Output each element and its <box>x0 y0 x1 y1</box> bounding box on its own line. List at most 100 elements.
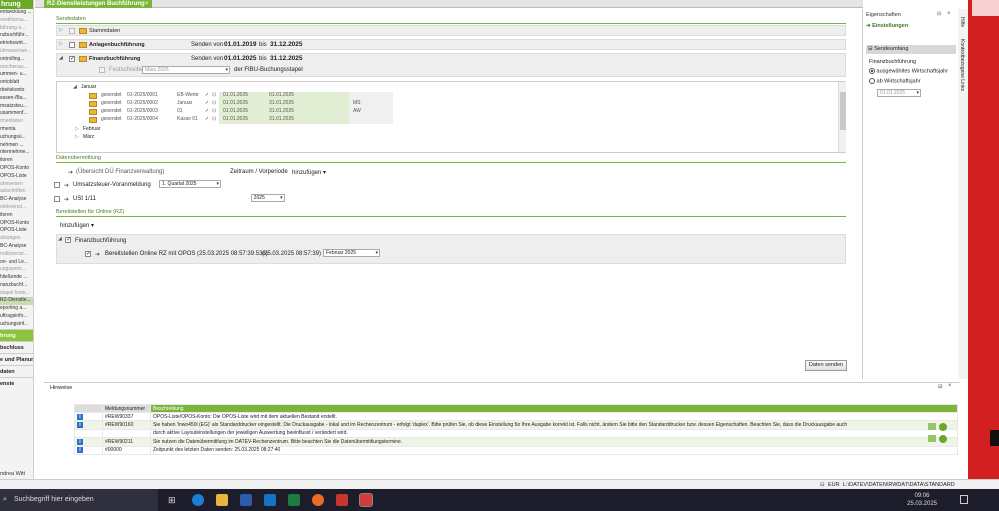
festschreiben-checkbox[interactable] <box>99 67 105 73</box>
ustva-checkbox[interactable] <box>54 182 60 188</box>
expand-icon[interactable]: ▷ <box>59 27 63 33</box>
nav-item[interactable]: rmenta <box>0 126 33 134</box>
col-desc-header[interactable]: Beschreibung <box>150 404 958 413</box>
outlook-icon[interactable] <box>264 494 276 506</box>
tab-rz-dienstleistungen[interactable]: RZ-Dienstleistungen Buchführung <box>44 0 152 8</box>
pdf-icon[interactable] <box>336 494 348 506</box>
sendeumfang-header[interactable]: ⊟ Sendeumfang <box>866 45 956 54</box>
hint-row[interactable]: i #REW90211 Sie nutzen die Datenübermittlu… <box>74 437 958 447</box>
collapse-icon[interactable]: ◢ <box>58 236 62 242</box>
finanz-von-date[interactable]: 01.01.2025 <box>224 55 257 62</box>
nav-item[interactable]: OPOS-Konto <box>0 220 33 228</box>
nav-item[interactable]: stapel feste... <box>0 290 33 298</box>
nav-item[interactable]: ungsperio... <box>0 266 33 274</box>
nav-item[interactable]: BC-Analyse <box>0 196 33 204</box>
nav-item[interactable]: msatzsteu... <box>0 103 33 111</box>
nav-item[interactable]: RZ-Dienstle... <box>0 297 33 306</box>
hint-row[interactable]: i #00000 Zeitpunkt des letzten Daten sende… <box>74 445 958 455</box>
hilfe-tab[interactable]: Hilfe <box>959 17 965 27</box>
tree-row[interactable]: gesendet 01-2025/0003 01 ✓ ⊡ 01.01.2025 31.01.… <box>57 108 837 116</box>
tree-row[interactable]: gesendet 01-2025/0002 Januar ✓ ⊡ 01.01.2025 31… <box>57 100 837 108</box>
nav-item[interactable]: essen-/Ba... <box>0 95 33 103</box>
festschreiben-select[interactable]: März 2025 ▾ <box>142 66 230 74</box>
nav-item[interactable]: reditorenst... <box>0 251 33 259</box>
nav-section[interactable]: hrung <box>0 328 33 341</box>
nav-item[interactable]: astschriften <box>0 188 33 196</box>
ust-select[interactable]: 2025 ▾ <box>250 194 285 202</box>
nav-item[interactable]: on- und Le... <box>0 259 33 267</box>
nav-item[interactable]: ührwarenwe... <box>0 48 33 56</box>
nav-item[interactable]: OPOS-Konto <box>0 165 33 173</box>
nav-item[interactable]: ahlungen <box>0 235 33 243</box>
datev-icon[interactable] <box>359 493 373 507</box>
nav-section[interactable]: bschluss <box>0 340 33 353</box>
pin-icon[interactable]: ⊟ <box>937 11 941 17</box>
anlagen-von-date[interactable]: 01.01.2019 <box>224 41 257 48</box>
close-icon[interactable]: × <box>947 11 951 17</box>
online-hinzufuegen-dropdown[interactable]: hinzufügen ▾ <box>60 222 94 229</box>
task-view-icon[interactable]: ⊞ <box>168 494 180 506</box>
finanz-checkbox[interactable] <box>69 56 75 62</box>
nav-item[interactable]: ebitorenst... <box>0 204 33 212</box>
scroll-thumb[interactable] <box>840 92 846 130</box>
wirtschaftsjahr-select[interactable]: 01.01.2025 ▾ <box>877 89 921 97</box>
tree-row[interactable]: gesendet 01-2025/0001 EB-Werte ✓ ⊡ 01.01.2025… <box>57 92 837 100</box>
ok-icon[interactable] <box>939 423 947 431</box>
hint-row[interactable]: i #REW90160 Sie haben 'lnwo450i (EG)' als … <box>74 420 958 430</box>
expand-icon[interactable]: ▷ <box>59 41 63 47</box>
nav-item[interactable]: nehmen ... <box>0 142 33 150</box>
taskbar-search[interactable]: ⌕ Suchbegriff hier eingeben <box>0 489 158 511</box>
nav-section[interactable]: daten <box>0 364 33 377</box>
notification-icon[interactable] <box>960 495 968 504</box>
online-group-checkbox[interactable] <box>65 237 71 243</box>
nav-item[interactable]: ranchenau... <box>0 64 33 72</box>
online-month-select[interactable]: Februar 2025 ▾ <box>323 249 380 257</box>
anlagen-checkbox[interactable] <box>69 42 75 48</box>
nav-item[interactable]: vestitionsa... <box>0 17 33 25</box>
tree-row[interactable]: ◢ Januar <box>57 84 837 92</box>
excel-icon[interactable] <box>288 494 300 506</box>
nav-item[interactable]: ummen- u... <box>0 71 33 79</box>
nav-header[interactable]: hrung <box>0 0 33 9</box>
hint-row[interactable]: i #REW90337 OPOS-Liste/OPOS-Konto: Die OPO… <box>74 411 958 422</box>
tree-row[interactable]: ▷ März <box>57 134 837 142</box>
collapse-icon[interactable]: ◢ <box>59 55 63 61</box>
einstellungen-link[interactable]: ➔ Einstellungen <box>866 23 908 29</box>
hint-row[interactable]: durch aktive Layouteinstellungen der jew… <box>74 428 958 439</box>
nav-item[interactable]: rmenlisten <box>0 118 33 126</box>
nav-item[interactable]: rbeitskonto <box>0 87 33 95</box>
action-icon[interactable] <box>928 423 936 430</box>
nav-item[interactable]: uchungsü... <box>0 134 33 142</box>
links-tab[interactable]: Kontextbezogene Links <box>959 39 965 91</box>
clock-date[interactable]: 25.03.2025 <box>902 501 942 507</box>
nav-item[interactable]: eporting a... <box>0 305 33 313</box>
col-nr-header[interactable]: Meldungsnummer <box>102 404 151 413</box>
edge-icon[interactable] <box>192 494 204 506</box>
anlagen-bis-date[interactable]: 31.12.2025 <box>270 41 303 48</box>
nav-item[interactable]: OPOS-Liste <box>0 227 33 235</box>
nav-section[interactable]: e und Planung <box>0 352 33 365</box>
ustva-select[interactable]: 1. Quartal 2025 ▾ <box>159 180 221 188</box>
finanz-bis-date[interactable]: 31.12.2025 <box>270 55 303 62</box>
pin-icon[interactable]: ⊟ <box>938 384 943 390</box>
word-icon[interactable] <box>240 494 252 506</box>
tree-row[interactable]: gesendet 01-2025/0004 Kasse 01 ✓ ⊡ 01.01.2025… <box>57 116 837 124</box>
online-item-checkbox[interactable] <box>85 251 91 257</box>
nav-item[interactable]: itoren <box>0 157 33 165</box>
tree-scrollbar[interactable] <box>838 82 846 152</box>
nav-item[interactable]: nanzbuchf... <box>0 282 33 290</box>
nav-section[interactable]: enste <box>0 376 33 389</box>
nav-item[interactable]: OPOS-Liste <box>0 173 33 181</box>
ok-icon[interactable] <box>939 435 947 443</box>
nav-item[interactable]: führung a... <box>0 25 33 33</box>
firefox-icon[interactable] <box>312 494 324 506</box>
nav-item[interactable]: entwicklung ... <box>0 9 33 17</box>
nav-item[interactable]: etriebswirt... <box>0 40 33 48</box>
tree-row[interactable]: ▷ Februar <box>57 126 837 134</box>
ust-checkbox[interactable] <box>54 196 60 202</box>
nav-item[interactable]: itoren <box>0 212 33 220</box>
uebersicht-link[interactable]: (Übersicht DÜ Finanzverwaltung) <box>76 169 164 175</box>
explorer-icon[interactable] <box>216 494 228 506</box>
tab-close-icon[interactable]: × <box>145 0 149 8</box>
close-icon[interactable]: × <box>948 383 952 389</box>
